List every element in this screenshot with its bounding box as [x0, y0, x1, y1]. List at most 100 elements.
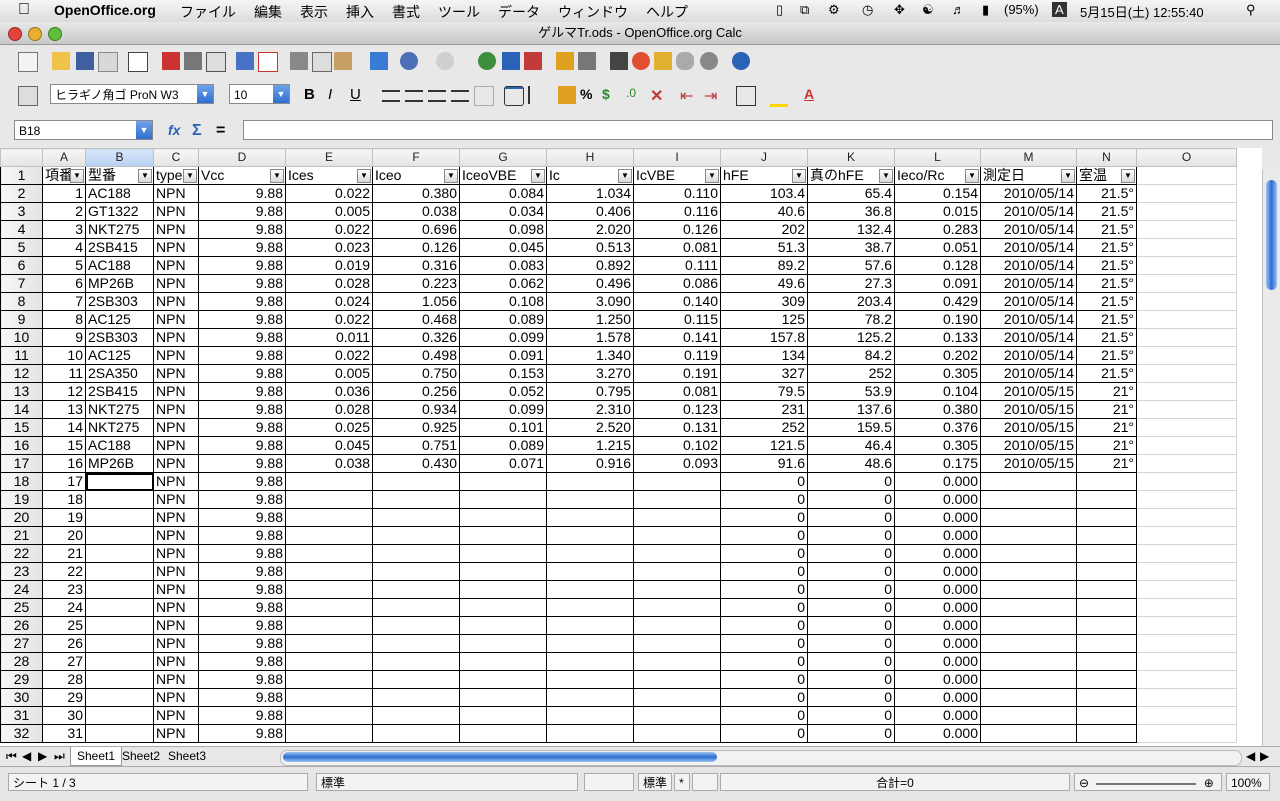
cell[interactable]: 0: [720, 706, 808, 725]
cell[interactable]: 9.88: [198, 274, 286, 293]
cell[interactable]: NPN: [153, 616, 199, 635]
cell[interactable]: AC125: [85, 310, 154, 329]
row-header[interactable]: 18: [0, 472, 43, 491]
cell[interactable]: 24: [42, 598, 86, 617]
cell[interactable]: 0.498: [372, 346, 460, 365]
cell[interactable]: 0: [807, 670, 895, 689]
cell[interactable]: 0.081: [633, 238, 721, 257]
cell[interactable]: NKT275: [85, 418, 154, 437]
cell[interactable]: [372, 724, 460, 743]
row-header[interactable]: 23: [0, 562, 43, 581]
cell[interactable]: 11: [42, 364, 86, 383]
cell[interactable]: [85, 598, 154, 617]
cell[interactable]: [546, 526, 634, 545]
cell[interactable]: [633, 652, 721, 671]
cell[interactable]: 9.88: [198, 706, 286, 725]
currency-icon[interactable]: [558, 86, 576, 104]
italic-icon[interactable]: I: [328, 86, 346, 104]
add-decimal-icon[interactable]: .0: [626, 86, 644, 104]
styles-icon[interactable]: [18, 86, 38, 106]
cell[interactable]: 9.88: [198, 238, 286, 257]
cell[interactable]: 21°: [1076, 418, 1137, 437]
row-header[interactable]: 1: [0, 166, 43, 185]
cell[interactable]: 30: [42, 706, 86, 725]
cell[interactable]: [1076, 688, 1137, 707]
cell[interactable]: 79.5: [720, 382, 808, 401]
cell[interactable]: NPN: [153, 670, 199, 689]
cell[interactable]: 9.88: [198, 346, 286, 365]
row-header[interactable]: 22: [0, 544, 43, 563]
row-header[interactable]: 26: [0, 616, 43, 635]
cell[interactable]: 0.133: [894, 328, 981, 347]
cell[interactable]: 0.000: [894, 616, 981, 635]
battery-icon[interactable]: ▮: [982, 2, 989, 18]
row-header[interactable]: 28: [0, 652, 43, 671]
cell[interactable]: 21.5°: [1076, 184, 1137, 203]
cell[interactable]: 0: [720, 580, 808, 599]
autofilter-dropdown-icon[interactable]: ▼: [618, 169, 632, 183]
cell[interactable]: [1136, 418, 1237, 437]
cell[interactable]: [85, 472, 154, 491]
autofilter-header-cell[interactable]: Ieco/Rc ▼: [894, 166, 981, 185]
cell[interactable]: 9.88: [198, 184, 286, 203]
zoom-slider[interactable]: ⊖ ⊕: [1074, 773, 1222, 791]
autofilter-dropdown-icon[interactable]: ▼: [965, 169, 979, 183]
cell-table[interactable]: ABCDEFGHIJKLMNO 1 項番 ▼ 型番 ▼ type ▼ Vcc ▼ Ices ▼ Ice…: [0, 148, 1237, 743]
cell[interactable]: 0.795: [546, 382, 634, 401]
row-header[interactable]: 31: [0, 706, 43, 725]
cell[interactable]: 0.022: [285, 346, 373, 365]
cell[interactable]: [546, 598, 634, 617]
cell[interactable]: 9.88: [198, 310, 286, 329]
cell[interactable]: [980, 544, 1077, 563]
autofilter-header-cell[interactable]: Ic ▼: [546, 166, 634, 185]
sum-display[interactable]: 合計=0: [720, 773, 1070, 791]
print-icon[interactable]: [184, 52, 202, 70]
cell[interactable]: [633, 562, 721, 581]
autofilter-header-cell[interactable]: 項番 ▼: [42, 166, 86, 185]
cell[interactable]: 0.093: [633, 454, 721, 473]
cell[interactable]: [1076, 634, 1137, 653]
cell[interactable]: [372, 580, 460, 599]
cell[interactable]: [633, 706, 721, 725]
cell[interactable]: AC188: [85, 436, 154, 455]
align-vertical-icon[interactable]: [528, 86, 546, 104]
cell[interactable]: [1136, 256, 1237, 275]
cell[interactable]: [85, 634, 154, 653]
cell[interactable]: 2010/05/15: [980, 418, 1077, 437]
row-header[interactable]: 5: [0, 238, 43, 257]
cell[interactable]: 78.2: [807, 310, 895, 329]
cell[interactable]: 134: [720, 346, 808, 365]
cell[interactable]: NKT275: [85, 220, 154, 239]
cell[interactable]: 1.340: [546, 346, 634, 365]
cell[interactable]: [459, 706, 547, 725]
cell[interactable]: [372, 544, 460, 563]
font-size-dropdown[interactable]: 10 ▼: [229, 84, 290, 104]
row-header[interactable]: 14: [0, 400, 43, 419]
cell[interactable]: [633, 598, 721, 617]
autofilter-dropdown-icon[interactable]: ▼: [138, 169, 152, 183]
cell[interactable]: 21°: [1076, 382, 1137, 401]
cell[interactable]: [1136, 436, 1237, 455]
cell[interactable]: 9.88: [198, 436, 286, 455]
cell[interactable]: 2.520: [546, 418, 634, 437]
cell[interactable]: 9.88: [198, 562, 286, 581]
cell[interactable]: MP26B: [85, 274, 154, 293]
cell[interactable]: 0.000: [894, 634, 981, 653]
cell[interactable]: 0: [807, 706, 895, 725]
cell[interactable]: 9.88: [198, 454, 286, 473]
cell[interactable]: 9.88: [198, 634, 286, 653]
cell[interactable]: 19: [42, 508, 86, 527]
cell[interactable]: 0.000: [894, 472, 981, 491]
cell[interactable]: [459, 490, 547, 509]
chevron-down-icon[interactable]: ▼: [136, 121, 152, 139]
cell[interactable]: [1076, 598, 1137, 617]
cell[interactable]: [980, 616, 1077, 635]
cell[interactable]: [633, 724, 721, 743]
cell[interactable]: 137.6: [807, 400, 895, 419]
cell[interactable]: NPN: [153, 346, 199, 365]
cell[interactable]: MP26B: [85, 454, 154, 473]
selection-mode[interactable]: [692, 773, 718, 791]
chevron-down-icon[interactable]: ▼: [197, 85, 213, 103]
row-header[interactable]: 7: [0, 274, 43, 293]
cell[interactable]: 0: [807, 634, 895, 653]
